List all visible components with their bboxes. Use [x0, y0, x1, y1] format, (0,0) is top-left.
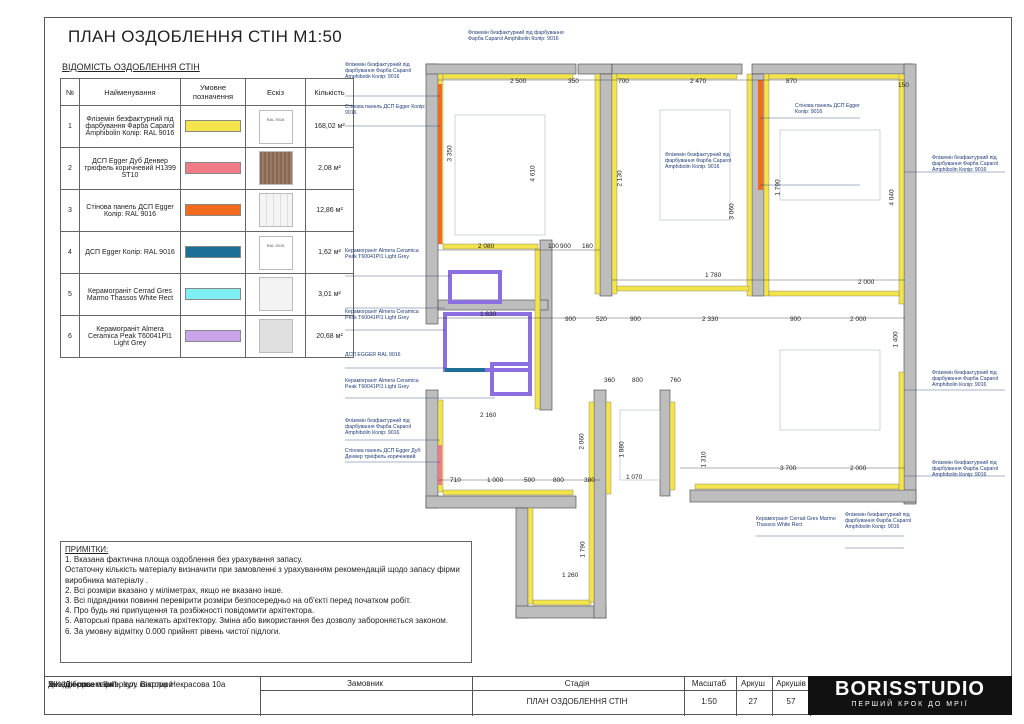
dimension: 360	[604, 377, 615, 384]
dimension: 2 130	[616, 170, 624, 187]
dimension: 2 080	[478, 243, 495, 250]
scale-value: 1:50	[701, 697, 717, 706]
plan-label: Фліземін безфактурний під фарбування Фар…	[932, 155, 999, 173]
tile-finish	[443, 270, 532, 396]
plan-label: Фліземін безфактурний під фарбування Фар…	[932, 370, 999, 388]
dimension: 1 310	[700, 451, 708, 468]
studio-logo: BORISSTUDIO ПЕРШИЙ КРОК ДО МРІЇ	[808, 676, 1012, 715]
dimension: 100	[548, 243, 559, 250]
dimension: 1 880	[618, 441, 626, 458]
dimension: 1 780	[705, 272, 722, 279]
dimension: 2 000	[850, 316, 867, 323]
dsp-oak-finish	[438, 445, 442, 485]
dimension: 4 610	[529, 165, 537, 182]
logo-name: BORISSTUDIO	[835, 678, 985, 700]
plan-label: Стінова панель ДСП Egger Колір: 9016	[795, 103, 860, 115]
divider	[260, 690, 812, 691]
walls	[425, 63, 917, 619]
sheet-label: Аркуш	[741, 679, 765, 688]
stage-label: Стадія	[564, 679, 590, 688]
dimension: 150	[898, 82, 909, 89]
dimension: 900	[565, 316, 576, 323]
project-address: за адресою: м.Київ, вул. Віктора Некрасо…	[48, 680, 226, 689]
logo-tagline: ПЕРШИЙ КРОК ДО МРІЇ	[851, 701, 969, 708]
dimension: 800	[632, 377, 643, 384]
dimension: 160	[582, 243, 593, 250]
dimension: 800	[553, 477, 564, 484]
sheets-label: Аркушів	[776, 679, 806, 688]
plan-label: Керамограніт Almera Ceramica Peak T60041…	[345, 378, 419, 390]
sheet-number: 27	[748, 697, 758, 706]
dimension: 1 830	[480, 311, 497, 318]
dimension: 500	[524, 477, 535, 484]
plan-label: ДСП EGGER RAL 9016	[345, 352, 401, 358]
dimension: 700	[618, 78, 629, 85]
note-line: 1. Вказана фактична площа оздоблення без…	[65, 555, 303, 565]
plan-label: Фліземін безфактурний під фарбування Фар…	[345, 62, 412, 80]
dimension: 1 790	[774, 179, 782, 196]
dimension: 2 500	[510, 78, 527, 85]
customer-label: Замовник	[347, 679, 383, 688]
dimension: 520	[596, 316, 607, 323]
dimension: 380	[584, 477, 595, 484]
plan-label: Керамограніт Almera Ceramica Peak T60041…	[345, 309, 419, 321]
note-line: 4. Про будь які припущення та розбіжност…	[65, 606, 315, 616]
plan-label: Стінова панель ДСП Egger Дуб Денвер трюф…	[345, 448, 421, 460]
note-line: 6. За умовну відмітку 0.000 прийнят ріве…	[65, 626, 281, 636]
notes-heading: ПРИМІТКИ:	[65, 545, 109, 554]
sheets-total: 57	[786, 697, 796, 706]
note-line: 2. Всі розміри вказано у міліметрах, якщ…	[65, 585, 284, 595]
plan-label: Фліземін безфактурний під фарбування Фар…	[845, 512, 912, 530]
dimension: 2 000	[858, 279, 875, 286]
dimension: 3 700	[780, 465, 797, 472]
dimension: 2 160	[480, 412, 497, 419]
plan-label: Керамограніт Cerrad Gres Marmo Thassos W…	[756, 516, 836, 528]
dimension: 900	[790, 316, 801, 323]
plan-label: Керамограніт Almera Ceramica Peak T60041…	[345, 248, 419, 260]
dimension: 2 330	[702, 316, 719, 323]
dimension: 1 070	[626, 474, 643, 481]
note-line: 3. Всі підрядники повинні перевірити роз…	[65, 596, 412, 606]
dimension: 1 790	[579, 541, 587, 558]
dimension: 900	[630, 316, 641, 323]
dimension: 900	[560, 243, 571, 250]
scale-label: Масштаб	[691, 679, 727, 688]
plan-label: Фліземін безфактурний під фарбування Фар…	[932, 460, 999, 478]
dimension: 3 350	[446, 145, 454, 162]
dimension: 4 040	[888, 189, 896, 206]
notes-box: ПРИМІТКИ: 1. Вказана фактична площа оздо…	[60, 541, 472, 663]
dimension: 2 470	[690, 78, 707, 85]
dsp-blue-finish	[445, 368, 485, 372]
plan-label: Фліземін безфактурний під фарбування Фар…	[665, 152, 732, 170]
dimension: 870	[786, 78, 797, 85]
dimension: 2 060	[578, 433, 586, 450]
sheet-name: ПЛАН ОЗДОБЛЕННЯ СТІН	[526, 697, 628, 706]
note-line: 5. Авторські права належать архітектору.…	[65, 616, 448, 626]
note-line: Остаточну кількість матеріалу визначити …	[65, 565, 460, 585]
dimension: 2 000	[850, 465, 867, 472]
dimension: 3 060	[728, 203, 736, 220]
dimension: 760	[670, 377, 681, 384]
plan-label: Стінова панель ДСП Egger Колір: 9016	[345, 104, 426, 116]
dimension: 1 400	[892, 331, 900, 348]
dimension: 710	[450, 477, 461, 484]
dimension: 350	[568, 78, 579, 85]
plan-label: Фліземін безфактурний під фарбування Фар…	[345, 418, 412, 436]
dimension: 1 260	[562, 572, 579, 579]
plan-label: Фліземін безфактурний під фарбування Фар…	[468, 30, 564, 42]
dimension: 1 000	[487, 477, 504, 484]
